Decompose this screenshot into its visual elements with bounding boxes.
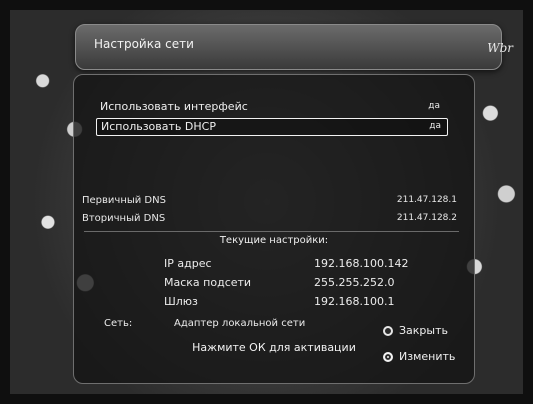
change-label: Изменить: [399, 350, 456, 363]
kv-value: 192.168.100.142: [314, 257, 409, 270]
dns-value: 211.47.128.2: [396, 213, 457, 223]
option-value: да: [429, 121, 441, 131]
brand-logo: Wbr: [487, 41, 513, 55]
divider: [84, 231, 459, 232]
ok-circle-icon: [383, 352, 393, 362]
close-circle-icon: [383, 326, 393, 336]
close-label: Закрыть: [399, 324, 448, 337]
change-button[interactable]: Изменить: [383, 350, 455, 363]
dns-value: 211.47.128.1: [396, 195, 457, 205]
current-settings-heading: Текущие настройки:: [219, 235, 329, 246]
option-label: Использовать интерфейс: [100, 100, 248, 113]
option-use-dhcp[interactable]: Использовать DHCP да: [96, 118, 448, 136]
gateway-row: Шлюз 192.168.100.1: [164, 295, 424, 309]
option-value: да: [428, 101, 440, 111]
dns-label: Первичный DNS: [82, 195, 166, 206]
network-label: Сеть:: [104, 318, 133, 329]
secondary-dns-row[interactable]: Вторичный DNS 211.47.128.2: [82, 211, 457, 227]
page-title: Настройка сети: [94, 37, 194, 51]
kv-label: IP адрес: [164, 257, 212, 270]
close-button[interactable]: Закрыть: [383, 324, 448, 337]
dns-label: Вторичный DNS: [82, 213, 166, 224]
kv-label: Маска подсети: [164, 276, 252, 289]
tv-screen: Настройка сети Wbr Использовать интерфей…: [0, 0, 533, 404]
primary-dns-row[interactable]: Первичный DNS 211.47.128.1: [82, 193, 457, 209]
kv-label: Шлюз: [164, 295, 198, 308]
network-value: Адаптер локальной сети: [174, 318, 306, 329]
option-use-interface[interactable]: Использовать интерфейс да: [96, 99, 446, 115]
ip-address-row: IP адрес 192.168.100.142: [164, 257, 424, 271]
network-settings-panel: Использовать интерфейс да Использовать D…: [73, 74, 475, 384]
subnet-mask-row: Маска подсети 255.255.252.0: [164, 276, 424, 290]
kv-value: 192.168.100.1: [314, 295, 395, 308]
option-label: Использовать DHCP: [101, 120, 216, 133]
kv-value: 255.255.252.0: [314, 276, 395, 289]
title-bar: Настройка сети Wbr: [75, 24, 513, 70]
